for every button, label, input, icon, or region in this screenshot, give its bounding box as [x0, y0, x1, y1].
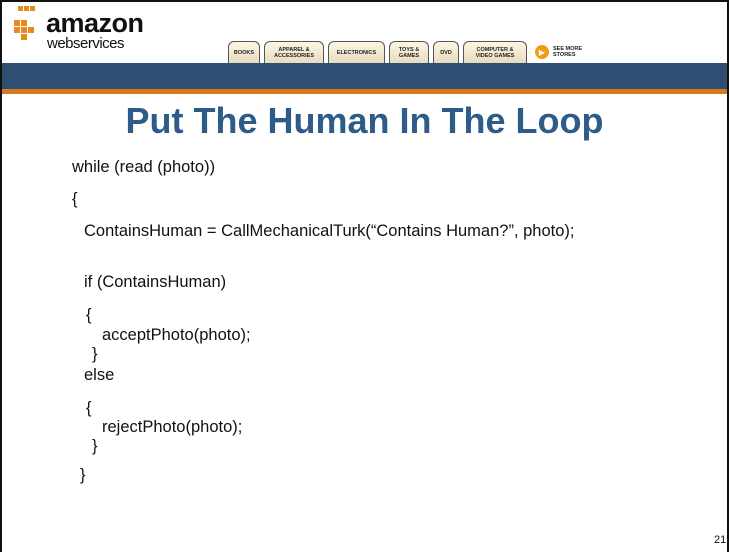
tab-computer[interactable]: COMPUTER & VIDEO GAMES	[463, 41, 527, 63]
amazon-logo: amazon webservices	[14, 6, 154, 54]
logo-amazon-text: amazon	[46, 8, 144, 38]
code-line-7: }	[92, 345, 98, 363]
tab-dvd[interactable]: DVD	[433, 41, 459, 63]
header-bar	[2, 63, 727, 89]
code-line-6: acceptPhoto(photo);	[102, 326, 251, 344]
code-line-10: rejectPhoto(photo);	[102, 418, 243, 436]
code-line-1: while (read (photo))	[72, 158, 216, 176]
store-tabs: BOOKS APPAREL & ACCESSORIES ELECTRONICS …	[228, 41, 582, 63]
arrow-right-icon: ▶	[535, 45, 549, 59]
code-line-2: {	[72, 190, 78, 208]
see-more-label: SEE MORE STORES	[553, 46, 583, 58]
code-line-12: }	[80, 466, 86, 484]
tab-apparel[interactable]: APPAREL & ACCESSORIES	[264, 41, 324, 63]
cubes-icon	[14, 6, 35, 40]
see-more-stores-link[interactable]: ▶ SEE MORE STORES	[535, 41, 582, 63]
code-line-5: {	[86, 306, 92, 324]
page-number: 21	[714, 534, 727, 546]
slide-title: Put The Human In The Loop	[125, 100, 604, 141]
logo-webservices-text: webservices	[47, 35, 125, 52]
code-line-4: if (ContainsHuman)	[84, 273, 227, 291]
tab-books[interactable]: BOOKS	[228, 41, 260, 63]
code-line-11: }	[92, 437, 98, 455]
code-line-3: ContainsHuman = CallMechanicalTurk(“Cont…	[84, 222, 575, 240]
tab-toys[interactable]: TOYS & GAMES	[389, 41, 429, 63]
header-stripe	[2, 89, 727, 94]
code-line-8: else	[84, 366, 115, 384]
tab-electronics[interactable]: ELECTRONICS	[328, 41, 385, 63]
code-line-9: {	[86, 399, 92, 417]
